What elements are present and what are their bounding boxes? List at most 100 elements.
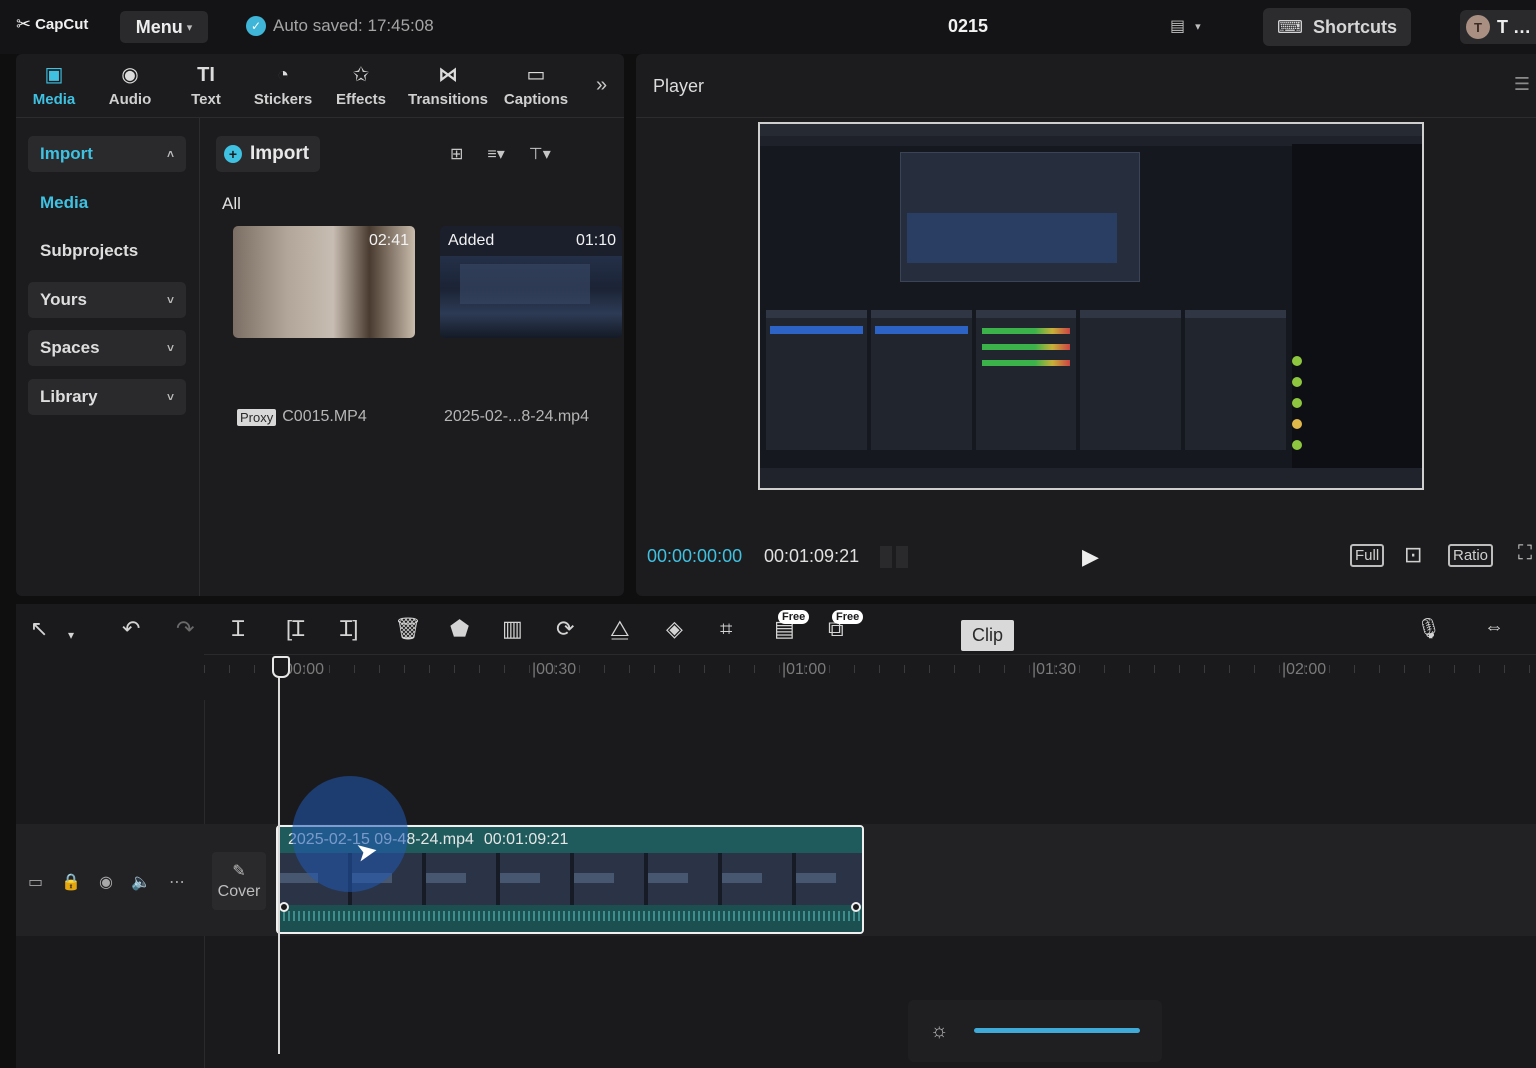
tab-transitions[interactable]: ⋈ Transitions: [400, 54, 496, 118]
brightness-icon: ☼: [930, 1020, 949, 1042]
import-button[interactable]: + Import: [216, 136, 320, 172]
media-item-thumbnail[interactable]: 02:41: [233, 226, 415, 338]
playhead[interactable]: [272, 656, 290, 1054]
reverse-icon[interactable]: ⟳: [556, 616, 574, 642]
added-badge: Added: [448, 232, 495, 249]
edit-icon: ✎: [232, 863, 246, 880]
tab-captions[interactable]: ▭ Captions: [496, 54, 576, 118]
media-duration: 01:10: [575, 232, 616, 249]
tab-media[interactable]: ▣ Media: [16, 54, 92, 118]
media-item-thumbnail[interactable]: Added 01:10: [440, 226, 622, 338]
chevron-down-icon: ▾: [1195, 20, 1201, 33]
sidebar-item-subprojects[interactable]: Subprojects: [28, 233, 186, 269]
tab-effects[interactable]: ✩ Effects: [322, 54, 400, 118]
chevron-up-icon: ˄: [166, 147, 174, 161]
preview-dock: [975, 310, 1077, 450]
rotate-icon[interactable]: ◈: [666, 616, 683, 642]
tab-audio[interactable]: ◉ Audio: [92, 54, 168, 118]
delete-icon[interactable]: 🗑: [394, 616, 422, 642]
video-preview[interactable]: [758, 122, 1424, 490]
more-tabs-icon[interactable]: »: [596, 74, 607, 97]
window-edge: [0, 54, 16, 1068]
mirror-icon[interactable]: ⧋: [610, 616, 630, 642]
sidebar-item-library[interactable]: Library ˅: [28, 379, 186, 415]
track-type-icon[interactable]: ▭: [28, 872, 43, 892]
free-badge: Free: [832, 610, 864, 624]
tab-label: Stickers: [253, 90, 313, 108]
media-duration: 02:41: [368, 232, 409, 249]
tab-text[interactable]: TI Text: [168, 54, 244, 118]
user-account-button[interactable]: T T …: [1460, 10, 1536, 44]
ruler-minor-ticks: [204, 665, 1536, 673]
eye-icon[interactable]: ◉: [99, 872, 113, 892]
avatar: T: [1466, 15, 1490, 39]
link-clips-icon[interactable]: ⇔: [1484, 616, 1504, 639]
keyboard-icon: ⌨: [1277, 16, 1303, 37]
layout-button[interactable]: ▤ ▾: [1170, 16, 1201, 36]
sidebar-item-media[interactable]: Media: [28, 185, 186, 221]
split-icon[interactable]: Ɪ: [232, 616, 244, 642]
tab-stickers[interactable]: ◔ Stickers: [244, 54, 322, 118]
zoom-icon[interactable]: ⊡: [1404, 542, 1422, 568]
lock-icon[interactable]: 🔒: [61, 872, 81, 892]
shortcuts-button[interactable]: ⌨ Shortcuts: [1263, 8, 1411, 46]
sidebar-item-label: Media: [40, 193, 89, 212]
freeze-frame-icon[interactable]: ▥: [502, 616, 523, 642]
sidebar-item-label: Subprojects: [40, 241, 139, 260]
play-button[interactable]: ▶: [1082, 544, 1099, 570]
check-icon: ✓: [246, 16, 266, 36]
full-quality-button[interactable]: Full: [1350, 544, 1385, 567]
media-sidebar: Import ˄ Media Subprojects Yours ˅ Space…: [16, 118, 200, 596]
chevron-down-icon: ˅: [166, 341, 174, 355]
marker-icon[interactable]: ⬟: [450, 616, 469, 642]
preview-dock: [1185, 310, 1286, 450]
sidebar-item-import[interactable]: Import ˄: [28, 136, 186, 172]
clip-trim-handle-left[interactable]: [279, 902, 289, 912]
sort-icon[interactable]: ≡▾: [487, 144, 504, 164]
clip-trim-handle-right[interactable]: [851, 902, 861, 912]
ratio-button[interactable]: Ratio: [1448, 544, 1494, 567]
preview-dock: [1080, 310, 1182, 450]
split-right-icon[interactable]: Ɪ]: [340, 616, 358, 642]
grid-view-icon[interactable]: ⊞: [450, 144, 463, 164]
hamburger-menu-icon[interactable]: ☰: [1514, 74, 1530, 95]
chevron-down-icon: ˅: [166, 390, 174, 404]
menu-button[interactable]: Menu ▾: [120, 11, 208, 43]
text-icon: TI: [197, 63, 215, 86]
media-content: + Import ⊞ ≡▾ ⊤▾ All 02:41 Proxy C0015.M…: [200, 118, 624, 596]
click-highlight: [292, 776, 408, 892]
project-title[interactable]: 0215: [920, 16, 1016, 37]
media-icon: ▣: [44, 63, 64, 86]
panel-tabs: ▣ Media ◉ Audio TI Text ◔ Stickers ✩ Eff…: [16, 54, 624, 118]
filter-all[interactable]: All: [222, 194, 241, 214]
crop-icon[interactable]: ⌗: [720, 616, 732, 642]
sidebar-item-label: Import: [40, 144, 93, 163]
player-title: Player: [653, 76, 705, 96]
redo-icon[interactable]: ↷: [176, 616, 194, 642]
tab-label: Text: [191, 90, 221, 108]
select-tool-icon[interactable]: ↖: [30, 616, 48, 642]
shortcuts-label: Shortcuts: [1312, 16, 1397, 37]
undo-icon[interactable]: ↶: [122, 616, 140, 642]
ruler-label: |01:00: [782, 661, 827, 678]
timeline-ruler[interactable]: 00:00 |00:30 |01:00 |01:30 |02:00: [204, 654, 1536, 684]
view-tools: ⊞ ≡▾ ⊤▾: [450, 144, 551, 164]
more-icon[interactable]: ⋯: [169, 872, 185, 892]
captions-icon: ▭: [526, 63, 546, 86]
sidebar-item-yours[interactable]: Yours ˅: [28, 282, 186, 318]
fullscreen-icon[interactable]: ⛶: [1518, 542, 1532, 565]
filter-icon[interactable]: ⊤▾: [529, 144, 551, 164]
timecode-format-icon[interactable]: [880, 546, 910, 568]
cover-button[interactable]: ✎ Cover: [212, 852, 266, 910]
ruler-label: |01:30: [1032, 661, 1077, 678]
zoom-slider[interactable]: [974, 1028, 1140, 1033]
split-left-icon[interactable]: [Ɪ: [286, 616, 304, 642]
effects-icon: ✩: [352, 63, 370, 86]
auto-captions-icon[interactable]: ▤ Free: [774, 610, 810, 642]
chevron-down-icon[interactable]: ▾: [68, 622, 74, 648]
speaker-icon[interactable]: 🔈: [131, 872, 151, 892]
sidebar-item-spaces[interactable]: Spaces ˅: [28, 330, 186, 366]
microphone-icon[interactable]: 🎙: [1416, 616, 1441, 641]
chevron-down-icon: ˅: [166, 293, 174, 307]
auto-reframe-icon[interactable]: ⧉ Free: [828, 610, 864, 642]
